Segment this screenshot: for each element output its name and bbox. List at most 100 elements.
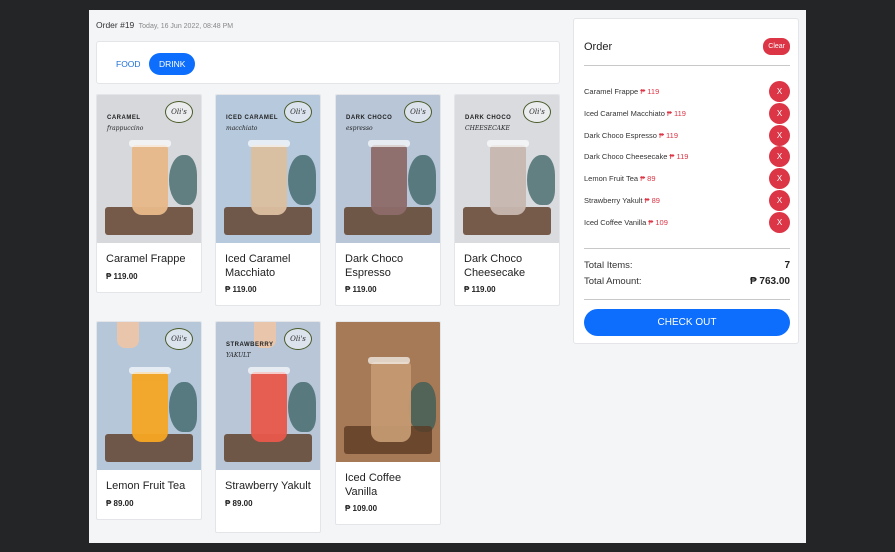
order-item: Dark Choco Espresso ₱ 119	[584, 131, 678, 140]
product-name: Iced Coffee Vanilla	[345, 472, 402, 498]
product-image: Oli's DARK CHOCO espresso	[336, 95, 440, 243]
order-item: Iced Caramel Macchiato ₱ 119	[584, 109, 686, 118]
image-caption-top: CARAMEL	[107, 115, 141, 121]
product-price: ₱ 89.00	[106, 498, 134, 508]
image-caption-bottom: YAKULT	[226, 352, 251, 359]
order-item-price: ₱ 89	[640, 174, 656, 184]
order-item: Iced Coffee Vanilla ₱ 109	[584, 218, 668, 227]
remove-item-button[interactable]: X	[769, 81, 790, 102]
product-image: Oli's	[97, 322, 201, 470]
product-card[interactable]: Oli's DARK CHOCO CHEESECAKE Dark Choco Chee…	[454, 94, 560, 306]
image-caption-top: DARK CHOCO	[465, 115, 512, 121]
pos-app: Order #19 Today, 16 Jun 2022, 08:48 PM F…	[89, 10, 806, 543]
image-caption-bottom: macchiato	[226, 125, 258, 132]
brand-logo: Oli's	[165, 328, 193, 350]
total-items-label: Total Items:	[584, 260, 633, 271]
product-card[interactable]: Oli's STRAWBERRY YAKULT Strawberry Yakult ₱ …	[215, 321, 321, 533]
product-card[interactable]: Oli's DARK CHOCO espresso Dark Choco Espres…	[335, 94, 441, 306]
product-image: Oli's STRAWBERRY YAKULT	[216, 322, 320, 470]
leaves-decor	[288, 382, 316, 432]
checkout-button[interactable]: CHECK OUT	[584, 309, 790, 336]
remove-item-button[interactable]: X	[769, 168, 790, 190]
divider	[584, 248, 790, 249]
product-name: Iced Caramel Macchiato	[225, 253, 291, 279]
order-header: Order #19 Today, 16 Jun 2022, 08:48 PM	[96, 20, 233, 30]
drink-cup	[129, 140, 171, 215]
tab-food[interactable]: FOOD	[106, 53, 151, 75]
order-panel: Order Clear Caramel Frappe ₱ 119 X Iced Car…	[573, 18, 799, 344]
order-item: Caramel Frappe ₱ 119	[584, 87, 659, 96]
clear-button[interactable]: Clear	[763, 38, 790, 55]
product-image: Oli's ICED CARAMEL macchiato	[216, 95, 320, 243]
order-item-name: Lemon Fruit Tea	[584, 174, 639, 184]
order-item-name: Iced Caramel Macchiato	[584, 108, 665, 118]
order-panel-title: Order	[584, 41, 613, 53]
divider	[584, 65, 790, 66]
image-caption-bottom: CHEESECAKE	[465, 125, 510, 132]
product-image	[336, 322, 440, 462]
leaves-decor	[408, 382, 436, 432]
product-price: ₱ 119.00	[464, 285, 496, 294]
product-card[interactable]: Oli's ICED CARAMEL macchiato Iced Caramel M…	[215, 94, 321, 306]
drink-cup	[248, 367, 290, 442]
product-card[interactable]: Oli's Lemon Fruit Tea ₱ 89.00	[96, 321, 202, 520]
order-item: Strawberry Yakult ₱ 89	[584, 196, 660, 205]
remove-item-button[interactable]: X	[769, 211, 790, 233]
product-card[interactable]: Iced Coffee Vanilla ₱ 109.00	[335, 321, 441, 525]
product-name: Lemon Fruit Tea	[106, 480, 186, 492]
product-image: Oli's DARK CHOCO CHEESECAKE	[455, 95, 559, 243]
leaves-decor	[169, 382, 197, 432]
drink-cup	[129, 367, 171, 442]
product-card[interactable]: Oli's CARAMEL frappuccino Caramel Frappe ₱ 1…	[96, 94, 202, 293]
drink-cup	[487, 140, 529, 215]
brand-logo: Oli's	[284, 328, 312, 350]
product-name: Strawberry Yakult	[225, 480, 311, 492]
remove-item-button[interactable]: X	[769, 190, 790, 211]
order-item-price: ₱ 119	[658, 130, 678, 140]
order-item-name: Dark Choco Cheesecake	[584, 152, 668, 162]
drink-cup	[368, 140, 410, 215]
order-datetime: Today, 16 Jun 2022, 08:48 PM	[138, 23, 234, 30]
order-item-name: Caramel Frappe	[584, 87, 639, 96]
divider	[584, 299, 790, 300]
remove-item-button[interactable]: X	[769, 124, 790, 146]
category-tabs: FOOD DRINK	[96, 41, 560, 84]
order-item-name: Strawberry Yakult	[584, 196, 643, 205]
brand-logo: Oli's	[404, 101, 432, 123]
order-item-price: ₱ 89	[644, 196, 660, 205]
image-caption-top: DARK CHOCO	[346, 115, 393, 121]
image-caption-bottom: frappuccino	[107, 125, 144, 132]
total-amount-label: Total Amount:	[584, 276, 642, 287]
order-item-name: Dark Choco Espresso	[584, 130, 657, 140]
order-item-price: ₱ 119	[666, 108, 686, 118]
leaves-decor	[288, 155, 316, 205]
product-name: Dark Choco Cheesecake	[464, 253, 526, 279]
leaves-decor	[527, 155, 555, 205]
product-price: ₱ 119.00	[106, 271, 138, 281]
hand-image	[117, 322, 139, 348]
brand-logo: Oli's	[165, 101, 193, 123]
order-item-name: Iced Coffee Vanilla	[584, 217, 647, 227]
product-name: Dark Choco Espresso	[345, 253, 404, 279]
tab-drink[interactable]: DRINK	[149, 53, 196, 75]
leaves-decor	[408, 155, 436, 205]
order-item-price: ₱ 119	[640, 87, 660, 96]
drink-cup	[368, 357, 411, 442]
total-amount-value: ₱ 763.00	[749, 276, 790, 287]
remove-item-button[interactable]: X	[769, 146, 790, 168]
brand-logo: Oli's	[284, 101, 312, 123]
total-items-value: 7	[784, 260, 790, 271]
drink-cup	[248, 140, 290, 215]
product-name: Caramel Frappe	[106, 253, 186, 265]
product-price: ₱ 119.00	[345, 285, 377, 294]
order-item-price: ₱ 109	[648, 217, 668, 227]
leaves-decor	[169, 155, 197, 205]
order-item: Dark Choco Cheesecake ₱ 119	[584, 152, 688, 161]
brand-logo: Oli's	[523, 101, 551, 123]
order-number: Order #19	[96, 20, 135, 30]
order-item: Lemon Fruit Tea ₱ 89	[584, 174, 656, 183]
product-price: ₱ 119.00	[225, 285, 257, 294]
order-item-price: ₱ 119	[669, 152, 689, 162]
remove-item-button[interactable]: X	[769, 102, 790, 124]
product-image: Oli's CARAMEL frappuccino	[97, 95, 201, 243]
